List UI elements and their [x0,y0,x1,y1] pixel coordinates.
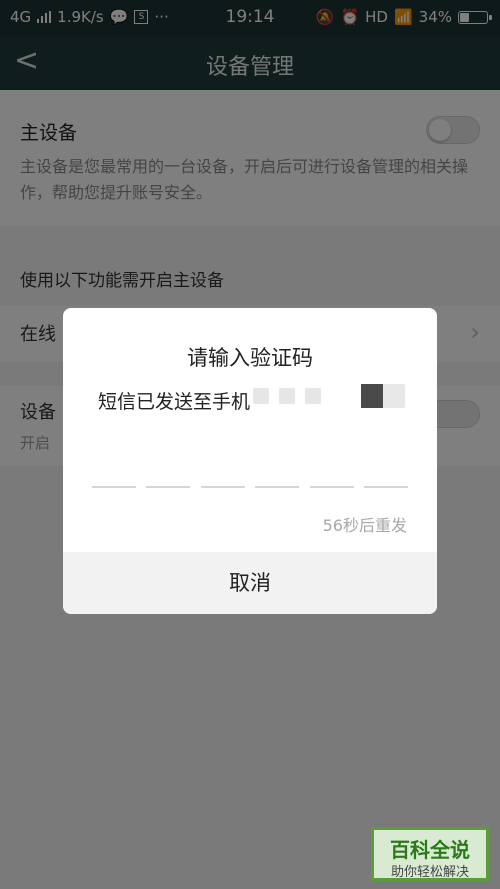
code-slot[interactable] [92,486,136,488]
masked-phone-number [253,388,321,404]
code-slot[interactable] [200,486,245,488]
code-slot[interactable] [255,486,300,488]
dialog-message: 短信已发送至手机 [98,391,251,413]
dialog-title: 请输入验证码 [187,346,313,370]
verification-dialog: 请输入验证码 短信已发送至手机 56秒后重发 取消 [63,308,437,614]
code-slot[interactable] [309,486,354,488]
cancel-button[interactable]: 取消 [63,552,437,614]
resend-countdown: 56秒后重发 [322,516,407,535]
dialog-footer: 取消 [63,552,437,614]
code-slot[interactable] [363,486,408,488]
code-input[interactable] [92,486,408,490]
masked-phone-suffix [361,384,405,408]
watermark-title: 百科全说 [390,838,470,862]
code-slot[interactable] [146,486,191,488]
watermark-subtitle: 助你轻松解决 [390,865,469,880]
watermark-logo: 百科全说 助你轻松解决 [371,827,489,881]
